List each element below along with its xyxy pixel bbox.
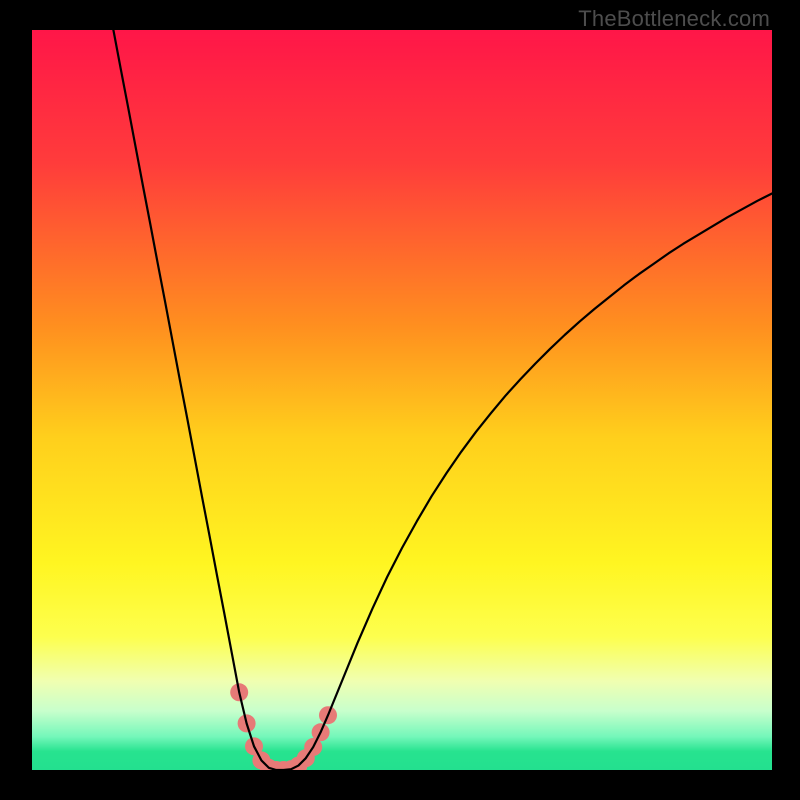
outer-frame: TheBottleneck.com — [0, 0, 800, 800]
gradient-bg — [32, 30, 772, 770]
plot-area — [32, 30, 772, 770]
watermark-text: TheBottleneck.com — [578, 6, 770, 32]
chart-svg — [32, 30, 772, 770]
